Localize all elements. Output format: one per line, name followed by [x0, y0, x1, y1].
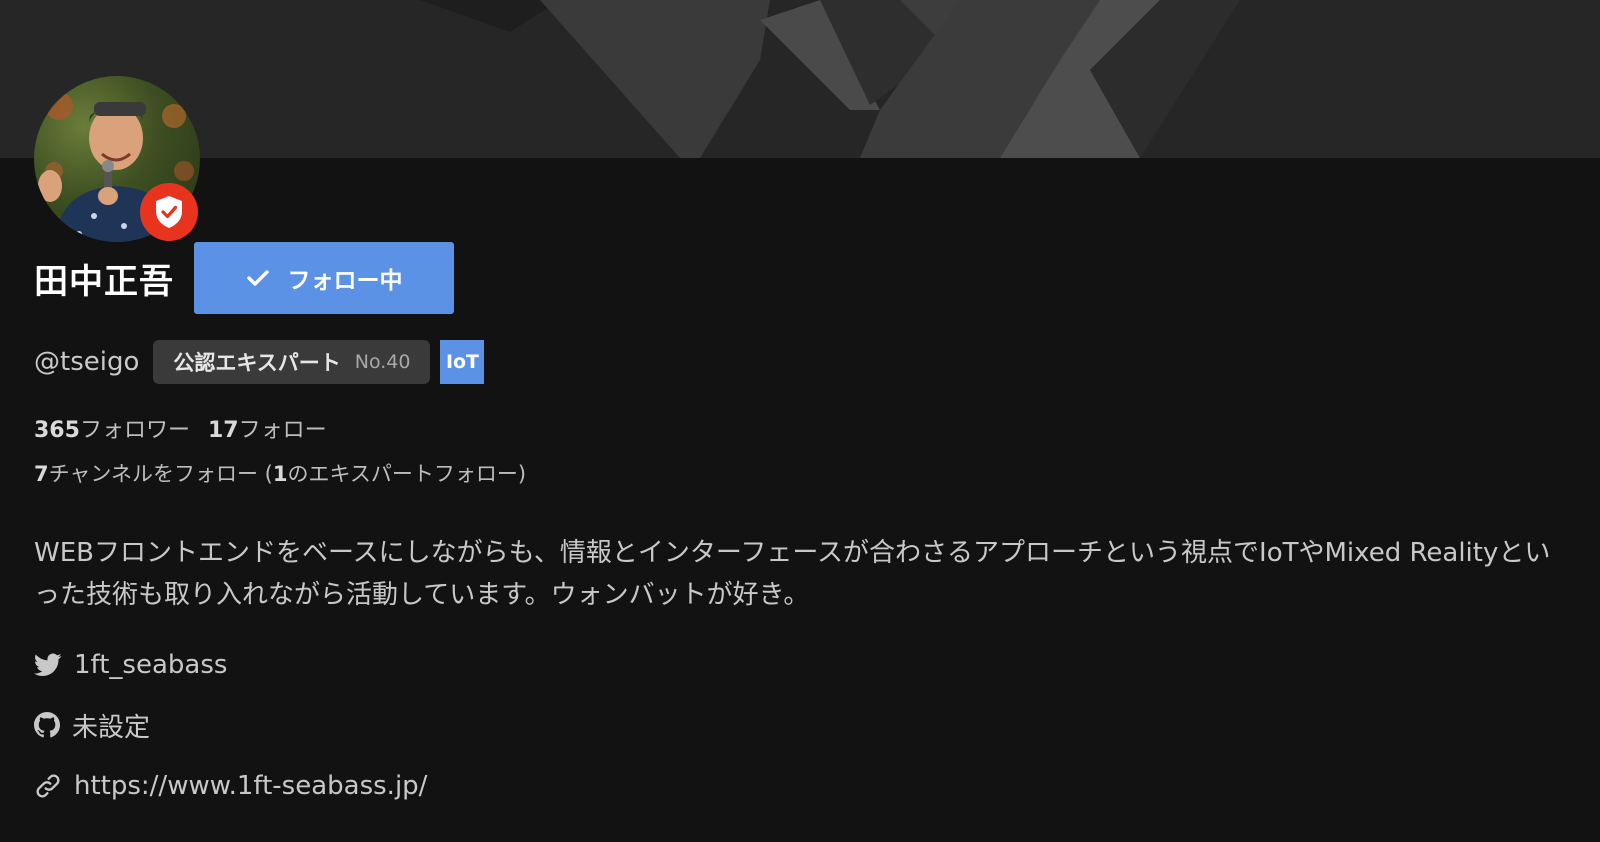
profile-page: 田中正吾 フォロー中 @tseigo 公認エキスパート No.40 IoT 36…: [0, 0, 1600, 842]
github-link[interactable]: 未設定: [34, 705, 150, 745]
user-bio: WEBフロントエンドをベースにしながらも、情報とインターフェースが合わさるアプロ…: [34, 538, 1551, 610]
link-icon: [36, 774, 60, 798]
expert-follow-label: のエキスパートフォロー): [287, 462, 527, 486]
following-link[interactable]: 17フォロー: [208, 418, 327, 443]
twitter-handle: 1ft_seabass: [74, 650, 228, 680]
followers-label: フォロワー: [79, 418, 190, 443]
check-icon: [246, 270, 269, 286]
following-label: フォロー: [238, 418, 327, 443]
verified-shield-icon: [140, 183, 198, 241]
follow-button[interactable]: フォロー中: [194, 242, 454, 314]
twitter-link[interactable]: 1ft_seabass: [34, 645, 227, 685]
channels-label: チャンネルをフォロー (: [48, 462, 273, 486]
github-handle: 未設定: [72, 712, 151, 743]
user-name: 田中正吾: [34, 261, 174, 302]
channel-follow-info[interactable]: 7チャンネルをフォロー (1のエキスパートフォロー): [34, 458, 526, 488]
expert-follow-count: 1: [272, 462, 288, 486]
followers-count: 365: [34, 418, 80, 443]
expert-label: 公認エキスパート: [173, 351, 341, 375]
name-row: 田中正吾 フォロー中: [34, 242, 454, 314]
expert-number: No.40: [354, 351, 411, 373]
github-icon: [34, 712, 60, 738]
followers-link[interactable]: 365フォロワー: [34, 418, 190, 443]
handle-row: @tseigo 公認エキスパート No.40 IoT: [34, 340, 485, 384]
expert-badge[interactable]: 公認エキスパート No.40: [153, 340, 431, 384]
website-link[interactable]: https://www.1ft-seabass.jp/: [34, 766, 427, 806]
follow-button-label: フォロー中: [287, 268, 403, 294]
tag-iot[interactable]: IoT: [440, 340, 485, 384]
profile-banner: [0, 0, 1600, 158]
website-url: https://www.1ft-seabass.jp/: [74, 771, 428, 801]
twitter-icon: [34, 653, 62, 676]
user-handle: @tseigo: [34, 347, 140, 377]
follow-stats: 365フォロワー 17フォロー: [34, 412, 327, 444]
channels-count: 7: [34, 462, 49, 486]
following-count: 17: [207, 418, 239, 443]
